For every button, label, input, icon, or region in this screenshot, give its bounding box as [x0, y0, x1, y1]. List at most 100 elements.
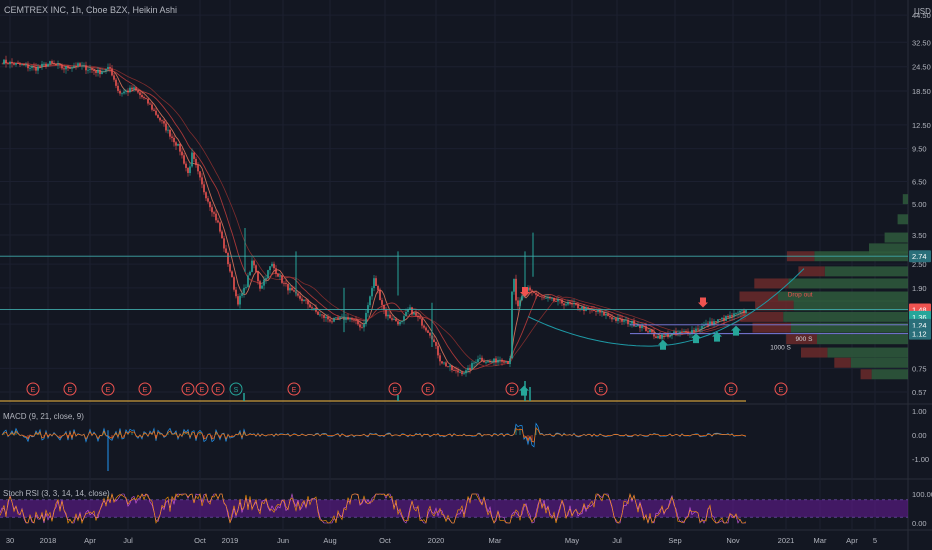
- candle-body: [393, 318, 395, 320]
- y-tick-label: -1.00: [912, 455, 929, 464]
- candle-body: [123, 91, 125, 94]
- candle-body: [47, 63, 49, 67]
- candle-body: [701, 326, 703, 329]
- event-marker-label: E: [31, 387, 36, 394]
- candle-body: [733, 313, 735, 317]
- candle-body: [269, 266, 271, 271]
- candle-body: [351, 318, 353, 320]
- candle-body: [39, 66, 41, 68]
- candle-body: [117, 85, 119, 91]
- candle-body: [259, 281, 261, 289]
- annotation-label: 900 S: [795, 336, 813, 343]
- volume-profile-bar: [827, 347, 908, 358]
- candle-body: [293, 290, 295, 292]
- candle-body: [231, 271, 233, 278]
- candle-body: [539, 296, 541, 297]
- candle-body: [91, 69, 93, 70]
- candle-body: [49, 61, 51, 64]
- candle-body: [427, 330, 429, 333]
- candle-body: [89, 69, 91, 70]
- candle-body: [537, 294, 539, 297]
- candle-body: [299, 295, 301, 299]
- candle-body: [599, 310, 601, 313]
- x-tick-label: 2019: [222, 536, 239, 545]
- candle-body: [139, 92, 141, 96]
- candle-body: [59, 64, 61, 65]
- candle-body: [175, 142, 177, 146]
- candle-body: [143, 97, 145, 99]
- candle-body: [571, 303, 573, 305]
- candle-body: [77, 63, 79, 67]
- tradingview-chart[interactable]: Drop out900 S1000 S EEEEEEESEEEEEEE 44.5…: [0, 0, 932, 550]
- candle-body: [87, 69, 89, 71]
- candle-body: [365, 312, 367, 325]
- price-label: 1.12: [912, 330, 927, 339]
- candle-body: [239, 295, 241, 305]
- candle-body: [607, 313, 609, 316]
- candle-body: [309, 304, 311, 308]
- macd-title[interactable]: MACD (9, 21, close, 9): [3, 412, 84, 421]
- candle-body: [665, 333, 667, 336]
- symbol-title[interactable]: CEMTREX INC, 1h, Cboe BZX, Heikin Ashi: [4, 5, 177, 15]
- candle-body: [649, 329, 651, 333]
- candle-body: [3, 59, 5, 65]
- candle-body: [165, 123, 167, 131]
- candle-body: [387, 314, 389, 317]
- candle-body: [611, 317, 613, 320]
- candle-body: [287, 283, 289, 291]
- candle-body: [595, 311, 597, 312]
- candle-body: [575, 303, 577, 305]
- candle-body: [249, 271, 251, 276]
- candle-body: [349, 318, 351, 320]
- candle-body: [127, 90, 129, 92]
- candle-body: [95, 71, 97, 73]
- candle-body: [603, 311, 605, 316]
- candle-body: [735, 313, 737, 314]
- candle-body: [201, 177, 203, 185]
- candle-body: [73, 65, 75, 68]
- x-tick-label: Aug: [323, 536, 336, 545]
- event-marker-label: E: [599, 387, 604, 394]
- candle-body: [699, 328, 701, 330]
- candle-body: [457, 370, 459, 373]
- candle-body: [187, 167, 189, 174]
- candle-body: [691, 329, 693, 334]
- candle-body: [489, 361, 491, 363]
- candle-body: [703, 325, 705, 327]
- candle-body: [679, 331, 681, 333]
- candle-body: [163, 121, 165, 124]
- candle-body: [23, 64, 25, 66]
- volume-profile-bar: [791, 322, 908, 333]
- candle-body: [433, 339, 435, 342]
- candle-body: [311, 307, 313, 309]
- event-marker-label: E: [143, 387, 148, 394]
- candle-body: [237, 296, 239, 305]
- candle-body: [443, 362, 445, 364]
- candle-body: [43, 63, 45, 65]
- candle-body: [551, 297, 553, 299]
- candle-body: [81, 65, 83, 67]
- candle-body: [193, 152, 195, 159]
- candle-body: [181, 151, 183, 156]
- candle-body: [205, 192, 207, 199]
- candle-body: [467, 367, 469, 371]
- candle-body: [389, 314, 391, 319]
- candle-body: [587, 307, 589, 309]
- candle-body: [339, 317, 341, 319]
- x-tick-label: 2018: [40, 536, 57, 545]
- candle-body: [173, 137, 175, 143]
- candle-body: [669, 335, 671, 337]
- candle-body: [63, 68, 65, 70]
- candle-body: [303, 299, 305, 301]
- stoch-rsi-title[interactable]: Stoch RSI (3, 3, 14, 14, close): [3, 489, 110, 498]
- candle-body: [635, 326, 637, 327]
- candle-body: [653, 332, 655, 337]
- candle-body: [459, 372, 461, 374]
- candle-body: [273, 263, 275, 269]
- candle-body: [121, 93, 123, 95]
- candle-body: [323, 314, 325, 318]
- candle-body: [415, 312, 417, 316]
- candle-body: [251, 260, 253, 272]
- candle-body: [685, 331, 687, 332]
- candle-body: [105, 68, 107, 72]
